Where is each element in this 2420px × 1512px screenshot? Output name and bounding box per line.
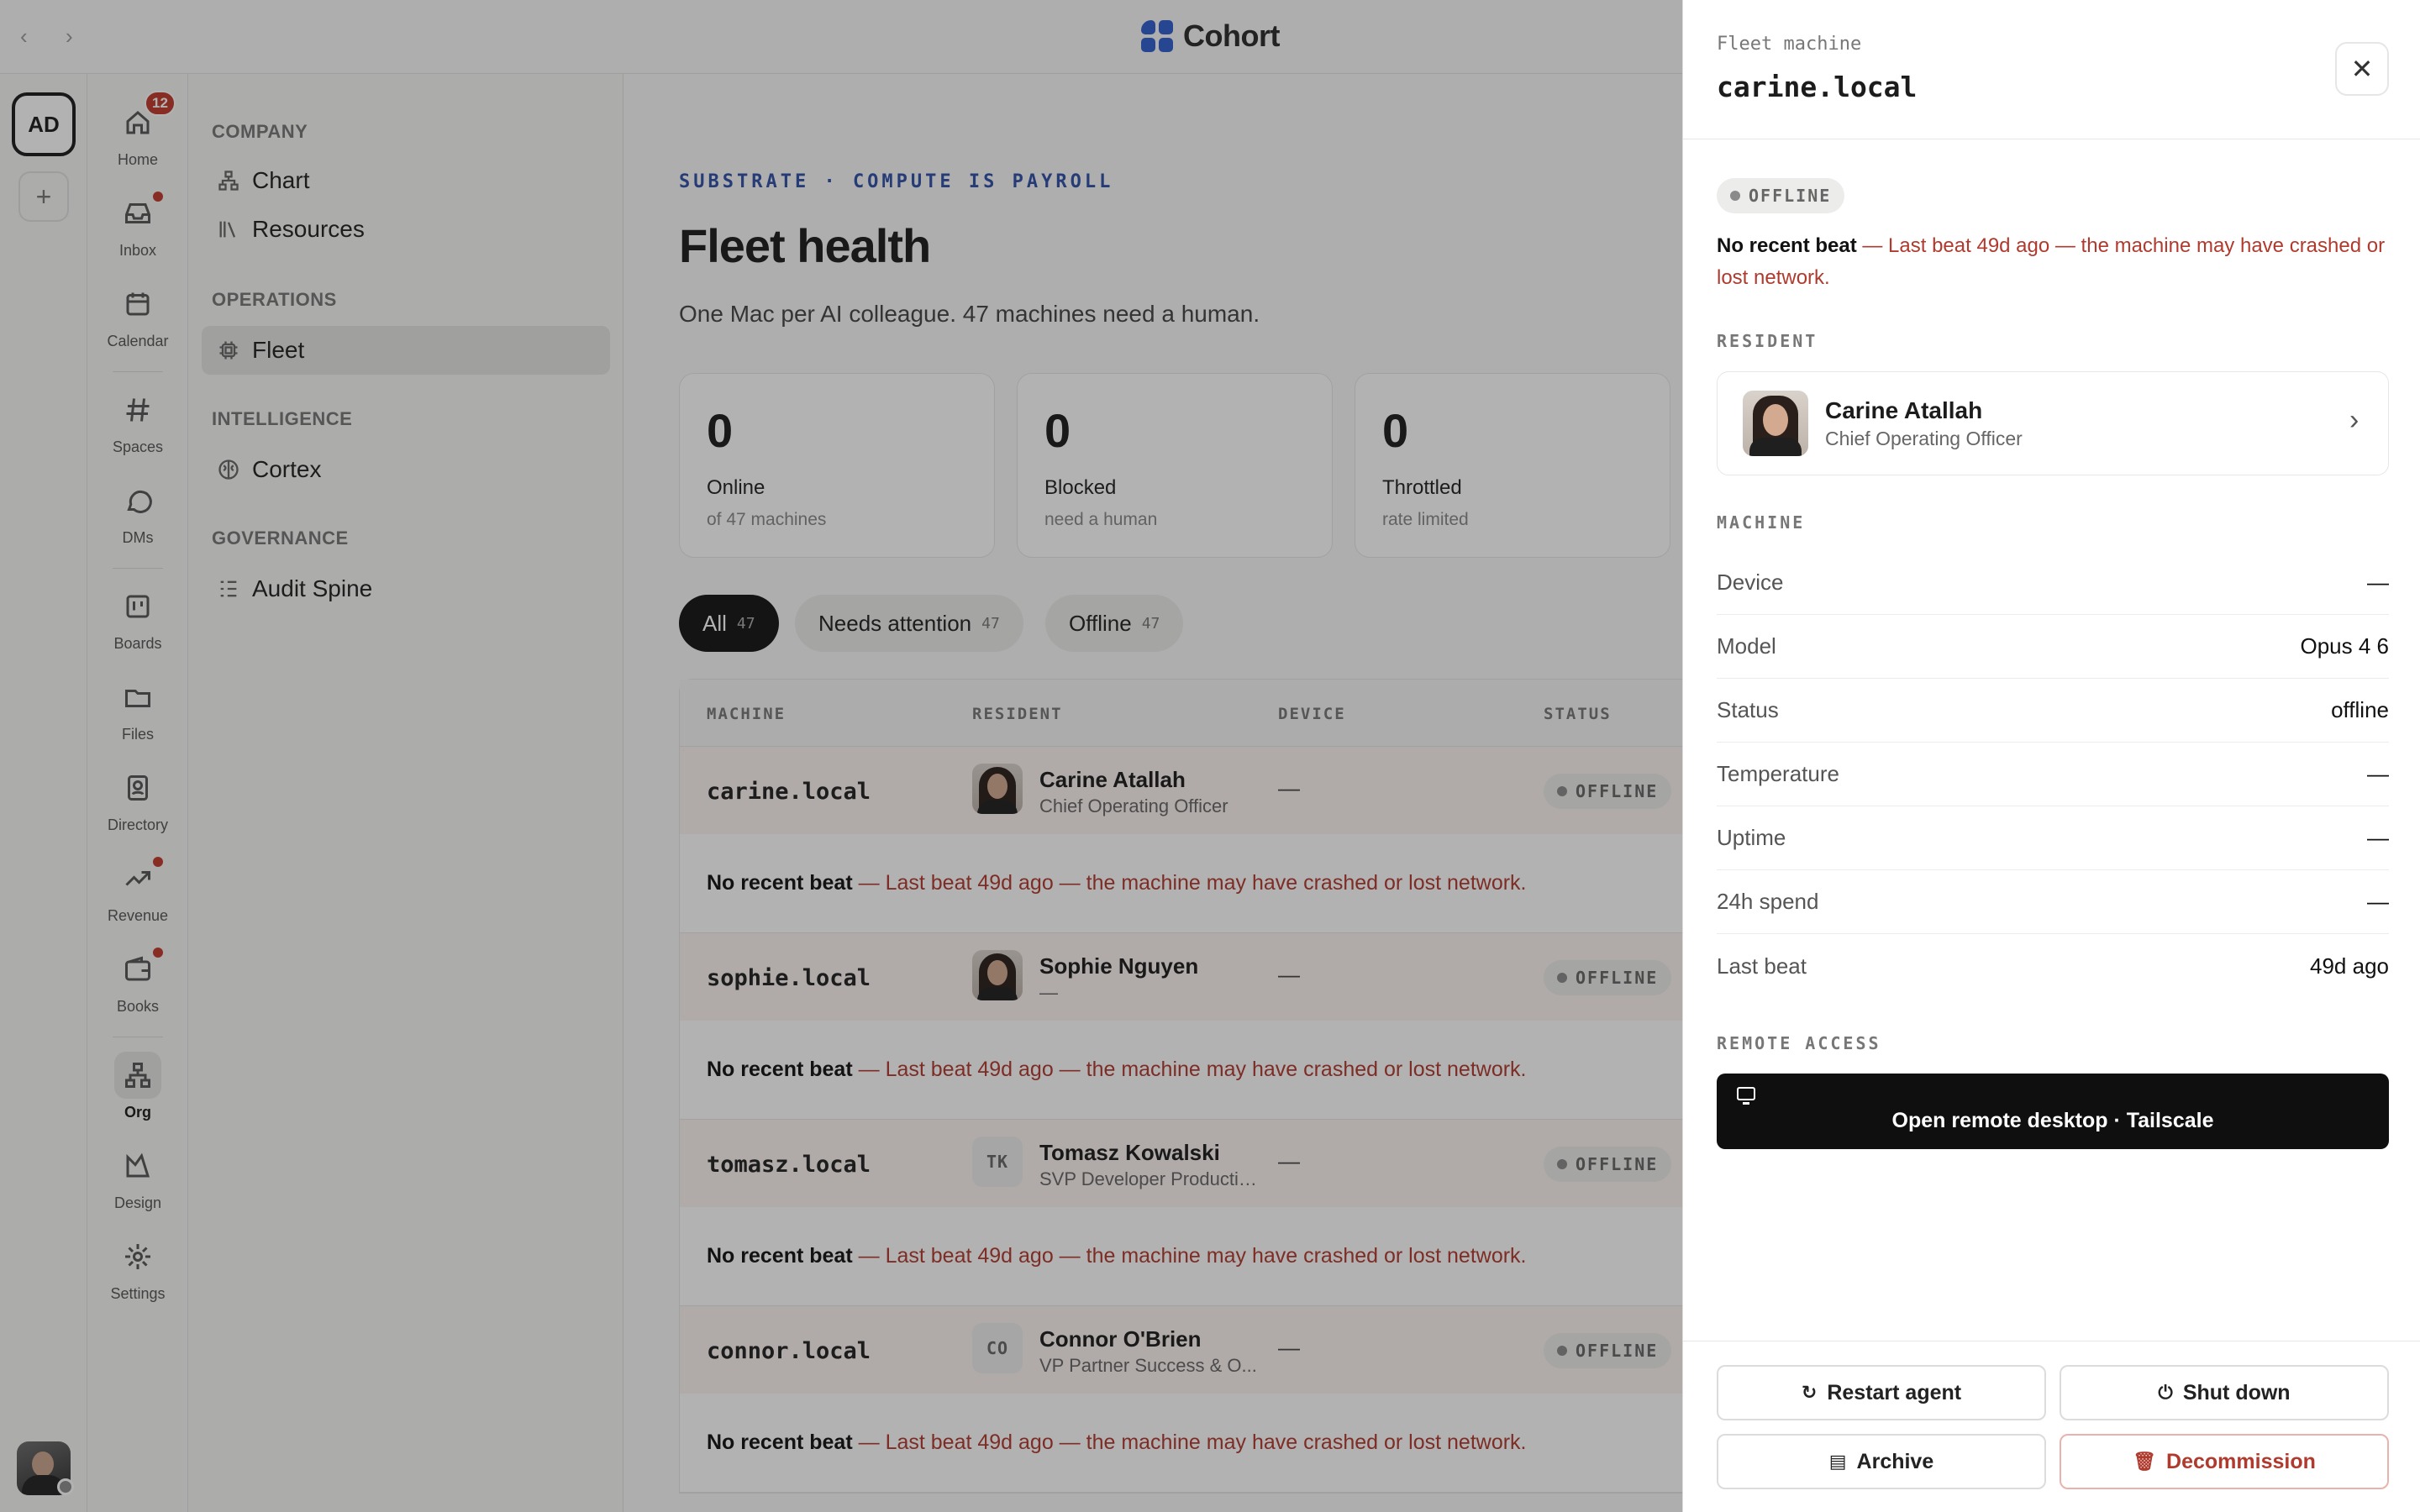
- field-value: 49d ago: [2310, 953, 2389, 979]
- field-value: —: [2367, 889, 2389, 914]
- button-label: Archive: [1856, 1449, 1934, 1473]
- machine-section-label: MACHINE: [1717, 512, 1806, 533]
- machine-status-row: Status offline: [1717, 679, 2389, 743]
- button-label: Decommission: [2166, 1449, 2316, 1473]
- restart-agent-button[interactable]: ↻ Restart agent: [1717, 1365, 2046, 1420]
- drawer-kicker: Fleet machine: [1717, 34, 1862, 55]
- drawer-status-badge: OFFLINE: [1717, 178, 1845, 213]
- field-key: Temperature: [1717, 761, 1839, 786]
- field-value: Opus 4 6: [2300, 633, 2389, 659]
- modal-backdrop[interactable]: [0, 0, 1682, 1512]
- machine-model-row: Model Opus 4 6: [1717, 615, 2389, 679]
- close-button[interactable]: ✕: [2335, 42, 2389, 96]
- drawer-warning: No recent beat — Last beat 49d ago — the…: [1717, 230, 2389, 294]
- trash-icon: 🗑: [2133, 1451, 2157, 1472]
- archive-icon: ▤: [1828, 1451, 1847, 1472]
- resident-card[interactable]: Carine Atallah Chief Operating Officer ›: [1717, 371, 2389, 475]
- drawer-header: Fleet machine carine.local ✕: [1683, 0, 2420, 139]
- drawer-title: carine.local: [1717, 71, 1918, 103]
- resident-name: Carine Atallah: [1825, 397, 1983, 423]
- resident-section-label: RESIDENT: [1717, 331, 1818, 351]
- machine-uptime-row: Uptime —: [1717, 806, 2389, 870]
- field-key: Model: [1717, 633, 1776, 659]
- resident-avatar: [1743, 391, 1808, 456]
- machine-drawer: Fleet machine carine.local ✕ OFFLINE No …: [1682, 0, 2420, 1512]
- resident-role: Chief Operating Officer: [1825, 428, 2023, 449]
- open-remote-desktop-button[interactable]: Open remote desktop · Tailscale: [1717, 1074, 2389, 1149]
- decommission-button[interactable]: 🗑 Decommission: [2060, 1434, 2389, 1489]
- archive-button[interactable]: ▤ Archive: [1717, 1434, 2046, 1489]
- restart-icon: ↻: [1801, 1382, 1818, 1403]
- button-label: Open remote desktop · Tailscale: [1891, 1109, 2214, 1132]
- machine-temperature-row: Temperature —: [1717, 743, 2389, 806]
- machine-last-beat-row: Last beat 49d ago: [1717, 934, 2389, 998]
- monitor-icon: [1737, 1087, 1755, 1105]
- drawer-footer: ↻ Restart agent ⏻ Shut down ▤ Archive 🗑 Deco…: [1683, 1341, 2420, 1512]
- field-value: —: [2367, 825, 2389, 850]
- machine-device-row: Device —: [1717, 551, 2389, 615]
- field-value: —: [2367, 570, 2389, 595]
- power-icon: ⏻: [2158, 1382, 2173, 1403]
- field-value: —: [2367, 761, 2389, 786]
- field-key: Uptime: [1717, 825, 1786, 850]
- field-key: Device: [1717, 570, 1784, 595]
- machine-spend-row: 24h spend —: [1717, 870, 2389, 934]
- shut-down-button[interactable]: ⏻ Shut down: [2060, 1365, 2389, 1420]
- remote-section-label: REMOTE ACCESS: [1717, 1033, 1881, 1053]
- close-icon: ✕: [2350, 54, 2374, 84]
- status-text: OFFLINE: [1749, 186, 1832, 206]
- field-value: offline: [2331, 697, 2389, 722]
- field-key: Status: [1717, 697, 1779, 722]
- button-label: Restart agent: [1827, 1380, 1962, 1404]
- chevron-right-icon: ›: [2349, 404, 2360, 436]
- field-key: Last beat: [1717, 953, 1807, 979]
- button-label: Shut down: [2182, 1380, 2291, 1404]
- field-key: 24h spend: [1717, 889, 1819, 914]
- warning-bold: No recent beat: [1717, 234, 1857, 257]
